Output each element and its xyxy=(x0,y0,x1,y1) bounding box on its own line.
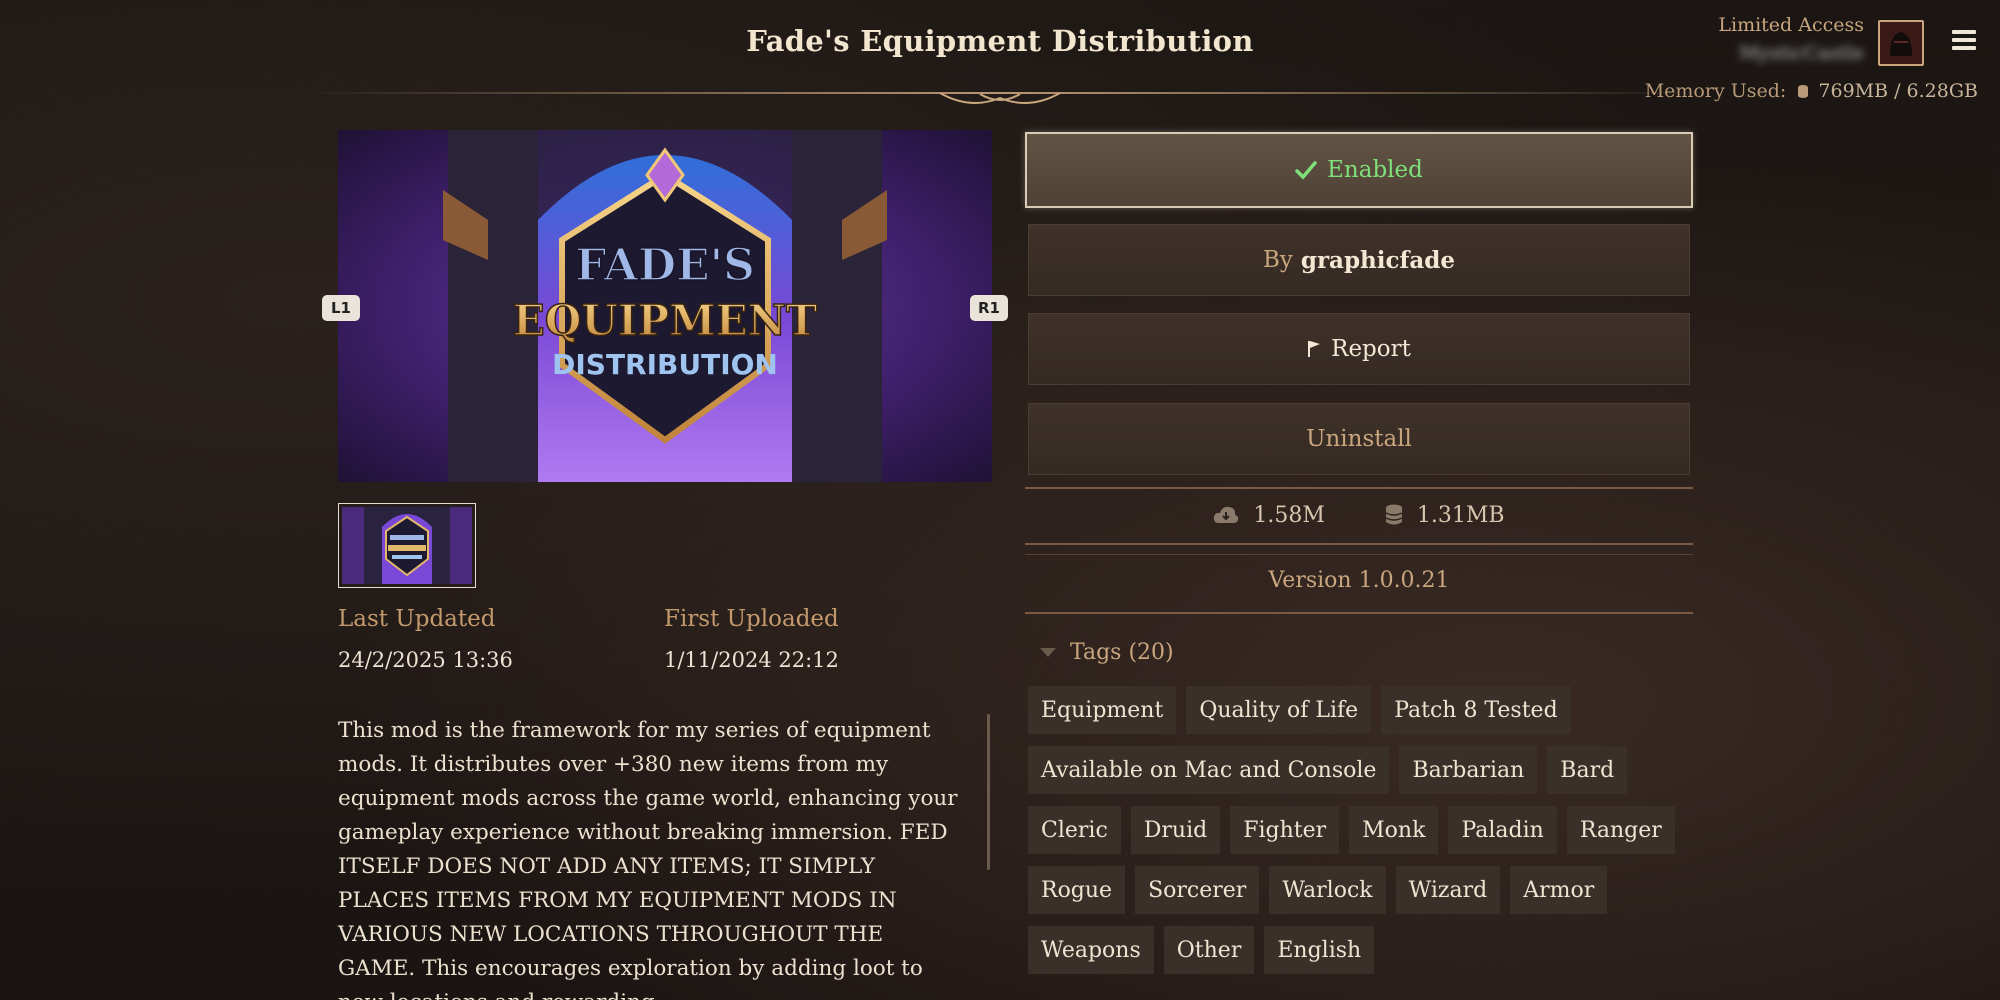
enabled-label: Enabled xyxy=(1327,157,1423,183)
tag-chip[interactable]: Weapons xyxy=(1028,926,1154,974)
uninstall-label: Uninstall xyxy=(1306,426,1412,452)
divider xyxy=(1025,612,1693,614)
author-name: graphicfade xyxy=(1300,246,1456,274)
tag-chip[interactable]: Druid xyxy=(1130,806,1221,854)
tag-chip[interactable]: Ranger xyxy=(1566,806,1675,854)
next-image-button[interactable]: R1 xyxy=(970,295,1008,321)
report-label: Report xyxy=(1331,336,1411,362)
flag-icon xyxy=(1308,341,1321,357)
memory-value: 769MB / 6.28GB xyxy=(1818,80,1978,102)
database-icon xyxy=(1385,504,1403,525)
page-title: Fade's Equipment Distribution xyxy=(746,24,1254,58)
menu-icon[interactable] xyxy=(1952,30,1976,54)
hero-logo-line3: DISTRIBUTION xyxy=(552,348,778,381)
username: MysticCastle xyxy=(1739,42,1864,64)
file-size: 1.31MB xyxy=(1416,502,1505,528)
hero-logo-line1: FADE'S xyxy=(575,240,755,291)
tag-chip[interactable]: Equipment xyxy=(1028,686,1177,734)
report-button[interactable]: Report xyxy=(1028,313,1690,385)
divider xyxy=(1025,487,1693,489)
check-icon xyxy=(1295,161,1317,180)
memory-usage: Memory Used: 769MB / 6.28GB xyxy=(1645,80,1978,102)
helmet-avatar-icon xyxy=(1890,32,1912,56)
first-uploaded-value: 1/11/2024 22:12 xyxy=(664,648,839,672)
downloads-stat: 1.58M xyxy=(1213,503,1325,528)
tag-chip[interactable]: Warlock xyxy=(1269,866,1386,914)
last-updated-value: 24/2/2025 13:36 xyxy=(338,648,513,672)
tag-chip[interactable]: Quality of Life xyxy=(1186,686,1372,734)
limited-access-label: Limited Access xyxy=(1718,14,1864,36)
mod-hero-image: FADE'S EQUIPMENT DISTRIBUTION xyxy=(338,130,992,482)
tag-chip[interactable]: Sorcerer xyxy=(1135,866,1260,914)
cloud-download-icon xyxy=(1214,506,1239,523)
header-ornament xyxy=(300,92,1700,104)
avatar[interactable] xyxy=(1878,20,1924,66)
tag-chip[interactable]: Monk xyxy=(1349,806,1439,854)
enabled-toggle-button[interactable]: Enabled xyxy=(1025,132,1693,208)
tag-chip[interactable]: Armor xyxy=(1510,866,1608,914)
divider xyxy=(1025,554,1693,555)
downloads-count: 1.58M xyxy=(1253,502,1325,528)
tag-chip[interactable]: Available on Mac and Console xyxy=(1028,746,1390,794)
tags-list: Equipment Quality of Life Patch 8 Tested… xyxy=(1028,686,1688,974)
tag-chip[interactable]: Barbarian xyxy=(1399,746,1538,794)
tags-toggle[interactable]: Tags (20) xyxy=(1040,640,1174,665)
mod-description: This mod is the framework for my series … xyxy=(338,718,958,1000)
tag-chip[interactable]: Bard xyxy=(1547,746,1628,794)
mod-banner-artwork: FADE'S EQUIPMENT DISTRIBUTION xyxy=(338,130,992,482)
uninstall-button[interactable]: Uninstall xyxy=(1028,403,1690,475)
tag-chip[interactable]: Cleric xyxy=(1028,806,1121,854)
tag-chip[interactable]: English xyxy=(1264,926,1375,974)
tag-chip[interactable]: Rogue xyxy=(1028,866,1126,914)
hero-logo-line2: EQUIPMENT xyxy=(513,296,818,345)
divider xyxy=(1025,543,1693,545)
gallery-thumbnail[interactable] xyxy=(338,503,476,588)
thumbnail-image xyxy=(342,507,472,584)
prev-image-button[interactable]: L1 xyxy=(322,295,360,321)
memory-label: Memory Used: xyxy=(1644,80,1787,102)
tag-chip[interactable]: Other xyxy=(1163,926,1255,974)
last-updated-label: Last Updated xyxy=(338,606,496,632)
account-panel: Limited Access MysticCastle xyxy=(1718,14,1864,64)
tag-chip[interactable]: Paladin xyxy=(1448,806,1557,854)
triangle-down-icon xyxy=(1040,647,1056,657)
by-prefix: By xyxy=(1262,247,1293,273)
tag-chip[interactable]: Wizard xyxy=(1395,866,1501,914)
first-uploaded-label: First Uploaded xyxy=(664,606,839,632)
tags-header-label: Tags (20) xyxy=(1070,640,1174,665)
author-button[interactable]: By graphicfade xyxy=(1028,224,1690,296)
version-label: Version 1.0.0.21 xyxy=(1268,568,1450,593)
tag-chip[interactable]: Patch 8 Tested xyxy=(1381,686,1571,734)
mod-stats: 1.58M 1.31MB xyxy=(1025,490,1693,540)
database-icon xyxy=(1798,85,1809,98)
size-stat: 1.31MB xyxy=(1385,503,1505,528)
description-scrollbar[interactable] xyxy=(987,714,990,870)
tag-chip[interactable]: Fighter xyxy=(1230,806,1340,854)
